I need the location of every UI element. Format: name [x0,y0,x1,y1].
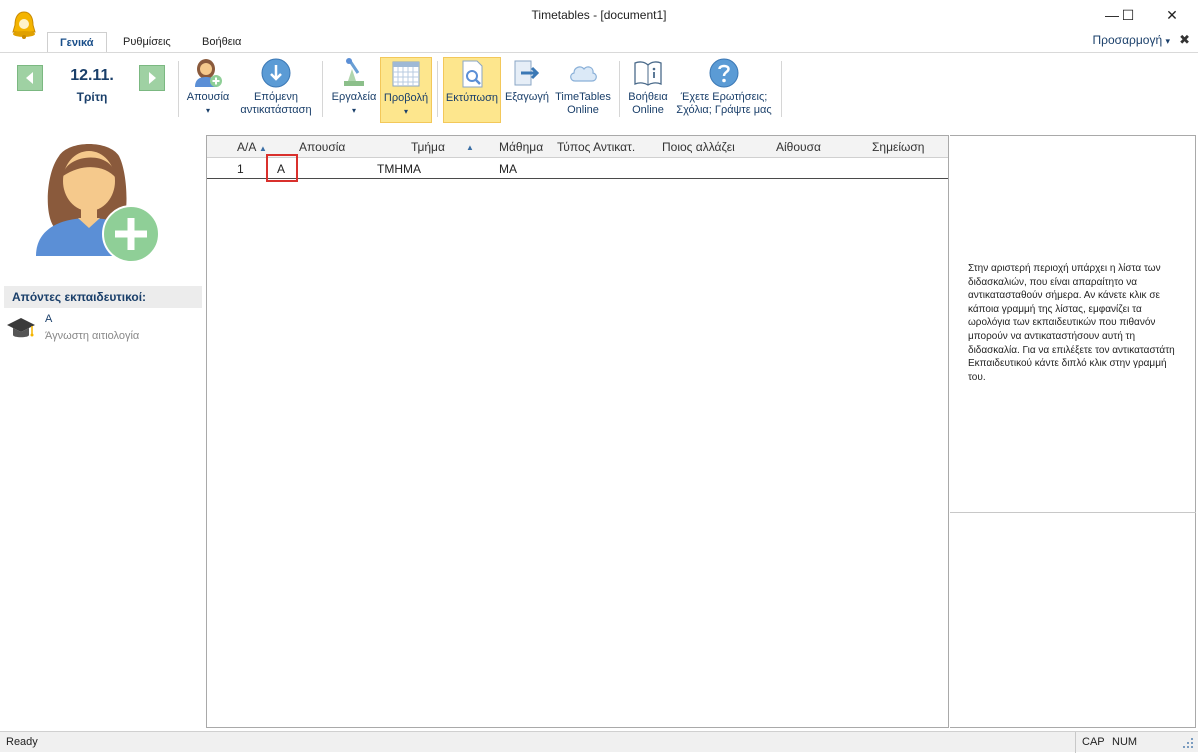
next-line2: αντικατάσταση [240,104,312,116]
window-title: Timetables - [document1] [531,8,667,22]
table-header: Α/Α ▲ Απουσία Τμήμα ▲ Μάθημα Τύπος Αντικ… [207,136,948,158]
question-icon [709,58,739,88]
export-icon [514,60,540,86]
column-header-absence[interactable]: Απουσία [299,140,345,154]
absence-label: Απουσία [186,91,230,103]
timetables-online-button[interactable]: TimeTables Online [552,57,614,123]
tools-icon [344,58,364,86]
tab-settings[interactable]: Ρυθμίσεις [111,32,183,52]
export-label: Εξαγωγή [504,91,550,103]
feedback-line1: Έχετε Ερωτήσεις; [680,91,768,103]
cloud-icon [570,66,597,82]
separator [781,61,782,117]
status-num-lock: NUM [1112,736,1138,748]
status-ready: Ready [6,736,38,748]
table-row[interactable]: 1 Α ΤΜΗΜΑ ΜΑ [207,154,948,182]
customize-arrow-icon: ▾ [1165,36,1170,46]
next-substitution-button[interactable]: Επόμενη αντικατάσταση [236,57,316,123]
resize-grip-icon[interactable] [1182,737,1194,749]
online-line2: Online [567,104,599,116]
left-panel: Απόντες εκπαιδευτικοί: Α Άγνωστη αιτιολο… [0,126,205,731]
separator [178,61,179,117]
arrow-down-circle-icon [261,58,291,88]
status-bar: Ready CAP NUM [0,731,1198,753]
separator [437,61,438,117]
cell-aa: 1 [237,162,244,176]
separator [619,61,620,117]
current-date: 12.11. [70,67,114,84]
column-header-who[interactable]: Ποιος αλλάζει [662,140,735,154]
view-button[interactable]: Προβολή ▾ [380,57,432,123]
selection-marker [266,154,298,182]
feedback-button[interactable]: Έχετε Ερωτήσεις; Σχόλια; Γράψτε μας [672,57,776,123]
close-ribbon-icon[interactable]: ✖ [1179,32,1190,48]
column-header-aa[interactable]: Α/Α ▲ [237,140,267,154]
absent-teacher-item[interactable]: Α Άγνωστη αιτιολογία [4,312,202,348]
column-header-room[interactable]: Αίθουσα [776,140,821,154]
tools-label: Εργαλεία [331,91,377,103]
cell-class: ΤΜΗΜΑ [377,162,421,176]
previous-day-button[interactable] [17,65,43,91]
sort-ascending-icon[interactable]: ▲ [466,143,474,152]
add-teacher-icon [195,59,222,87]
print-label: Εκτύπωση [445,92,499,104]
tab-general[interactable]: Γενικά [47,32,107,52]
info-panel: Στην αριστερή περιοχή υπάρχει η λίστα τω… [950,135,1196,728]
absent-teacher-reason: Άγνωστη αιτιολογία [45,330,140,342]
next-day-button[interactable] [139,65,165,91]
feedback-line2: Σχόλια; Γράψτε μας [676,104,772,116]
column-header-class[interactable]: Τμήμα [411,140,445,154]
status-separator [1075,732,1076,753]
customize-menu[interactable]: Προσαρμογή ▾ [1093,33,1170,47]
calendar-grid-icon [392,61,420,87]
print-button[interactable]: Εκτύπωση [443,57,501,123]
absent-teachers-header: Απόντες εκπαιδευτικοί: [4,286,202,308]
info-text: Στην αριστερή περιοχή υπάρχει η λίστα τω… [968,263,1175,383]
arrow-left-icon [26,72,33,84]
maximize-button[interactable]: ☐ [1105,0,1151,30]
sort-ascending-icon: ▲ [259,144,267,153]
ribbon-tabs: Γενικά Ρυθμίσεις Βοήθεια Προσαρμογή ▾ ✖ [0,30,1198,52]
column-header-lesson[interactable]: Μάθημα [499,140,543,154]
online-line1: TimeTables [555,91,611,103]
current-day: Τρίτη [76,90,108,104]
separator [322,61,323,117]
help-line2: Online [632,104,664,116]
graduation-cap-icon [7,318,35,338]
tools-dropdown-icon: ▾ [351,106,356,115]
close-button[interactable]: ✕ [1149,0,1195,30]
next-line1: Επόμενη [254,91,298,103]
ribbon-toolbar: 12.11. Τρίτη Απουσία ▾ Επόμενη αντικατάσ… [0,52,1198,126]
print-preview-icon [462,60,483,88]
absence-button[interactable]: Απουσία ▾ [183,57,233,123]
tab-help[interactable]: Βοήθεια [190,32,253,52]
help-line1: Βοήθεια [628,91,668,103]
help-online-button[interactable]: Βοήθεια Online [623,57,673,123]
cell-lesson: ΜΑ [499,162,517,176]
arrow-right-icon [149,72,156,84]
absence-dropdown-icon: ▾ [205,106,210,115]
book-info-icon [634,61,662,86]
add-absent-teacher-icon[interactable] [34,136,164,266]
tools-button[interactable]: Εργαλεία ▾ [328,57,380,123]
status-caps-lock: CAP [1082,736,1105,748]
view-dropdown-icon: ▾ [403,107,408,116]
panel-divider[interactable] [950,512,1196,513]
column-header-type[interactable]: Τύπος Αντικατ. [557,140,635,154]
column-header-note[interactable]: Σημείωση [872,140,924,154]
substitutions-table: Α/Α ▲ Απουσία Τμήμα ▲ Μάθημα Τύπος Αντικ… [206,135,949,728]
view-label: Προβολή [383,92,429,104]
export-button[interactable]: Εξαγωγή [503,57,551,123]
customize-label: Προσαρμογή [1092,33,1163,47]
absent-teacher-name: Α [45,313,53,325]
column-aa-label: Α/Α [237,140,256,154]
title-bar: Timetables - [document1] — ☐ ✕ [0,0,1198,39]
